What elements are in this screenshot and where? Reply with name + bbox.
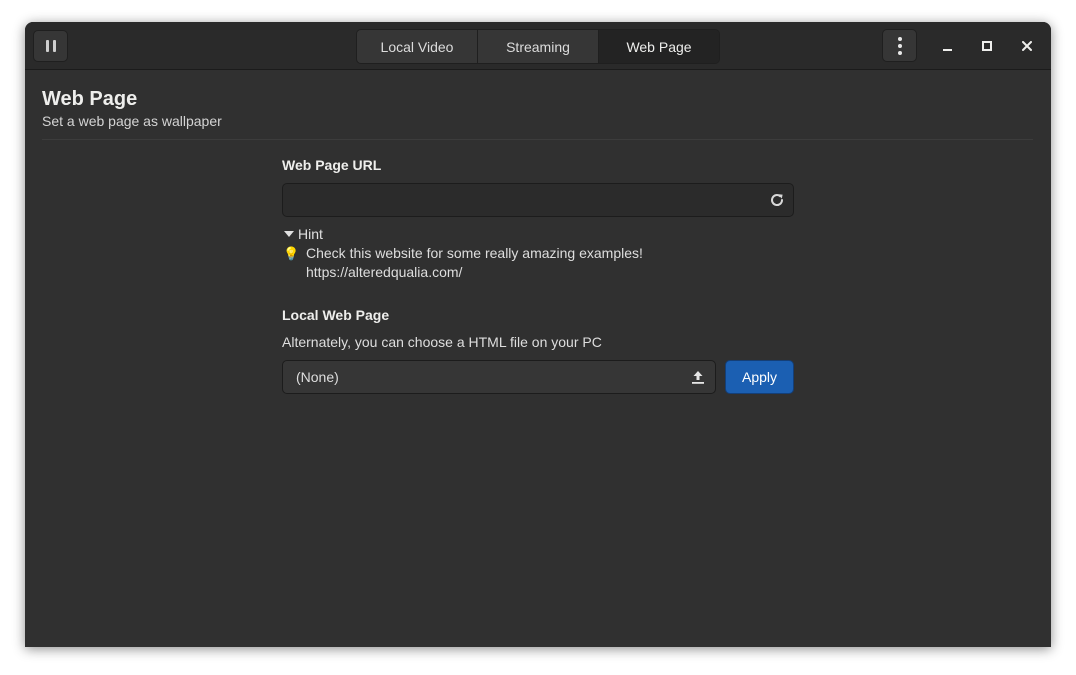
local-section-description: Alternately, you can choose a HTML file … [282, 334, 602, 350]
headerbar: Local Video Streaming Web Page [25, 22, 1051, 70]
close-icon [1022, 41, 1032, 51]
page-title: Web Page [42, 88, 138, 110]
maximize-icon [982, 41, 992, 51]
hint-label: Hint [298, 226, 323, 242]
kebab-menu-icon [897, 36, 902, 55]
lightbulb-icon: 💡 [283, 246, 300, 261]
maximize-button[interactable] [975, 34, 999, 58]
pause-button[interactable] [33, 30, 68, 62]
refresh-icon[interactable] [769, 192, 785, 208]
file-chooser-button[interactable]: (None) [282, 360, 716, 394]
minimize-button[interactable] [935, 34, 959, 58]
close-button[interactable] [1015, 34, 1039, 58]
file-chooser-value: (None) [296, 369, 339, 385]
divider [42, 139, 1033, 140]
url-input[interactable] [283, 184, 753, 216]
tab-web-page[interactable]: Web Page [599, 30, 719, 63]
hint-link[interactable]: https://alteredqualia.com/ [306, 264, 462, 280]
apply-button[interactable]: Apply [725, 360, 794, 394]
app-window: Local Video Streaming Web Page Web Page … [25, 22, 1051, 647]
page-subtitle: Set a web page as wallpaper [42, 113, 222, 129]
view-switcher: Local Video Streaming Web Page [356, 29, 720, 64]
caret-down-icon [284, 231, 294, 237]
hint-text: Check this website for some really amazi… [306, 245, 643, 261]
minimize-icon [942, 49, 952, 51]
url-section-label: Web Page URL [282, 157, 382, 173]
hint-expander[interactable]: Hint [284, 226, 323, 242]
main-menu-button[interactable] [882, 29, 917, 62]
url-field [282, 183, 794, 217]
pause-icon [45, 40, 56, 52]
tab-streaming[interactable]: Streaming [478, 30, 599, 63]
tab-local-video[interactable]: Local Video [357, 30, 478, 63]
local-section-label: Local Web Page [282, 307, 390, 323]
upload-icon [692, 371, 704, 384]
